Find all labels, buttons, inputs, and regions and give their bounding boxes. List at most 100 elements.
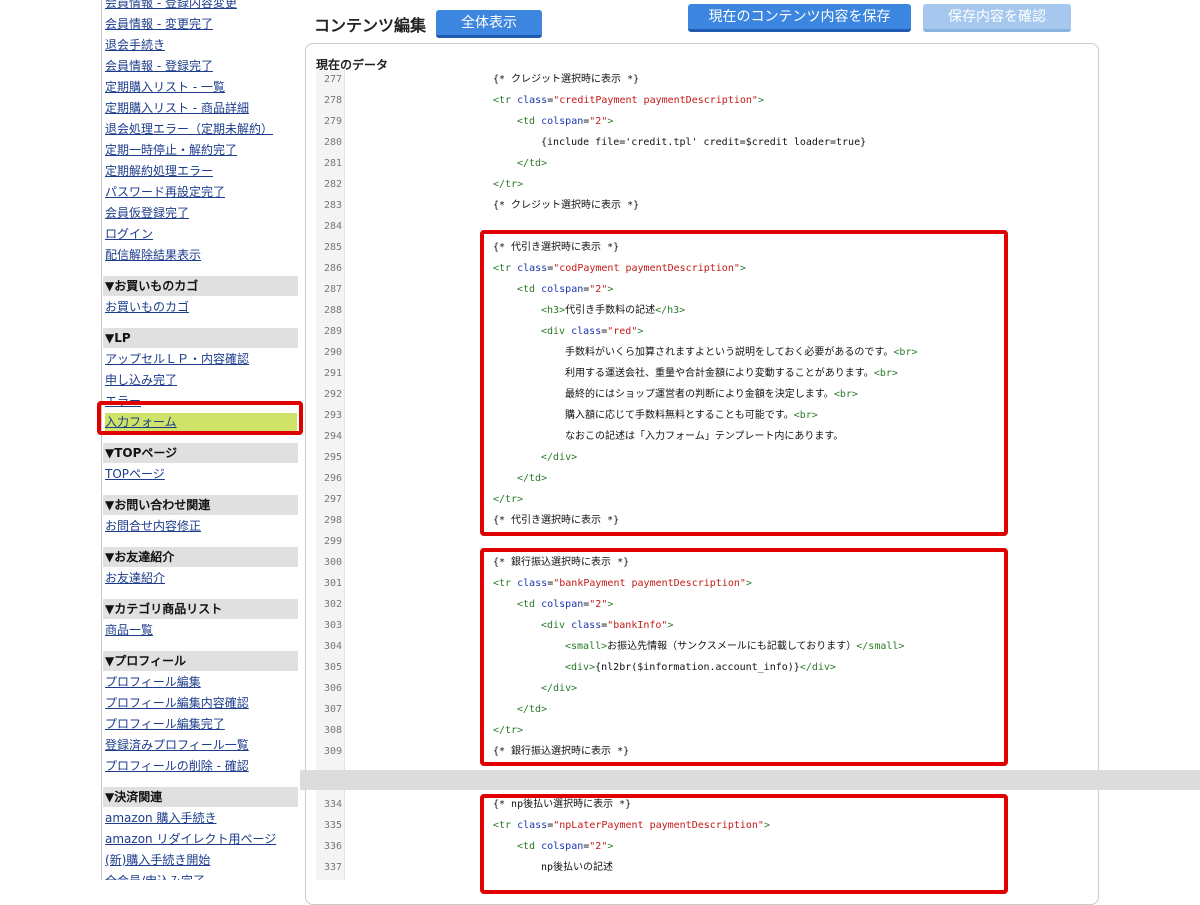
code-token: np後払いの記述 (541, 862, 614, 873)
code-token: class (571, 326, 602, 337)
code-token: <br> (893, 347, 918, 358)
sidebar-item[interactable]: 定期解約処理エラー (105, 164, 213, 179)
code-line: <td colspan="2"> (517, 836, 613, 857)
sidebar-item[interactable]: 退会処理エラー（定期未解約） (105, 122, 273, 137)
code-token: {* クレジット選択時に表示 *} (493, 200, 640, 211)
sidebar-item[interactable]: (新)購入手続き開始 (105, 853, 210, 868)
sidebar-section-heading: ▼プロフィール (103, 651, 298, 671)
code-line: </tr> (493, 174, 523, 195)
code-line: </tr> (493, 489, 523, 510)
sidebar-item[interactable]: 配信解除結果表示 (105, 248, 201, 263)
sidebar-item[interactable]: プロフィール編集完了 (105, 717, 225, 732)
code-line: なおこの記述は「入力フォーム」テンプレート内にあります。 (565, 426, 843, 447)
sidebar-item[interactable]: アップセルＬＰ・内容確認 (105, 352, 249, 367)
code-line: np後払いの記述 (541, 857, 613, 878)
code-token: "creditPayment paymentDescription" (553, 95, 758, 106)
code-token: 代引き手数料の記述 (565, 305, 656, 316)
save-content-button[interactable]: 現在のコンテンツ内容を保存 (688, 4, 911, 32)
code-token: > (607, 841, 614, 852)
sidebar-item[interactable]: お問合せ内容修正 (105, 519, 201, 534)
line-number: 291 (323, 368, 342, 379)
sidebar-item[interactable]: ログイン (105, 227, 153, 242)
code-line: </td> (517, 153, 547, 174)
code-line: <tr class="codPayment paymentDescription… (493, 258, 746, 279)
sidebar-item[interactable]: プロフィールの削除 - 確認 (105, 759, 249, 774)
line-number: 292 (323, 389, 342, 400)
confirm-saved-button[interactable]: 保存内容を確認 (923, 4, 1071, 32)
code-token: > (637, 326, 644, 337)
code-line: 利用する運送会社、重量や合計金額により変動することがあります。<br> (565, 363, 898, 384)
line-number: 308 (323, 725, 342, 736)
code-token: <h3> (541, 305, 566, 316)
sidebar-item[interactable]: 申し込み完了 (105, 373, 177, 388)
code-line: <small>お振込先情報（サンクスメールにも記載しております）</small> (565, 636, 904, 657)
sidebar-item[interactable]: お買いものカゴ (105, 300, 189, 315)
sidebar-item[interactable]: 会員仮登録完了 (105, 206, 189, 221)
line-number: 277 (323, 74, 342, 85)
code-token: "bankInfo" (607, 620, 668, 631)
code-token: <div> (565, 662, 596, 673)
code-token: class (517, 263, 548, 274)
sidebar-section-heading: ▼TOPページ (103, 443, 298, 463)
sidebar-item[interactable]: 全会員/申込み完了 (105, 874, 205, 880)
sidebar-item[interactable]: お友達紹介 (105, 571, 165, 586)
line-number: 301 (323, 578, 342, 589)
code-token: </tr> (493, 494, 524, 505)
code-token: "2" (589, 841, 608, 852)
code-token: <td (517, 116, 542, 127)
code-line: <td colspan="2"> (517, 594, 613, 615)
sidebar-item[interactable]: 会員情報 - 登録内容変更 (105, 0, 237, 11)
sidebar-item[interactable]: エラー (105, 394, 141, 409)
code-token: <br> (873, 368, 898, 379)
code-line: {* 代引き選択時に表示 *} (493, 237, 619, 258)
line-number: 334 (323, 799, 342, 810)
code-token: > (763, 820, 770, 831)
sidebar-item[interactable]: amazon 購入手続き (105, 811, 216, 826)
sidebar-item[interactable]: 定期一時停止・解約完了 (105, 143, 237, 158)
code-line: <div>{nl2br($information.account_info)}<… (565, 657, 836, 678)
code-line: <div class="bankInfo"> (541, 615, 674, 636)
line-number: 289 (323, 326, 342, 337)
folded-lines-bar[interactable] (300, 770, 1200, 790)
code-token: > (757, 95, 764, 106)
code-line: <div class="red"> (541, 321, 643, 342)
code-token: > (745, 578, 752, 589)
code-token: {* 代引き選択時に表示 *} (493, 242, 620, 253)
code-token: </td> (517, 473, 548, 484)
line-number: 306 (323, 683, 342, 694)
line-number: 290 (323, 347, 342, 358)
line-number: 336 (323, 841, 342, 852)
sidebar-item[interactable]: 商品一覧 (105, 623, 153, 638)
code-token: 利用する運送会社、重量や合計金額により変動することがあります。 (565, 368, 874, 379)
code-token: <td (517, 284, 542, 295)
sidebar-item[interactable]: 会員情報 - 登録完了 (105, 59, 213, 74)
code-token: "2" (589, 599, 608, 610)
sidebar-item[interactable]: 会員情報 - 変更完了 (105, 17, 213, 32)
sidebar-item-active[interactable]: 入力フォーム (105, 413, 297, 432)
line-number: 298 (323, 515, 342, 526)
sidebar-item[interactable]: TOPページ (105, 467, 165, 482)
line-number: 303 (323, 620, 342, 631)
code-token: <td (517, 599, 542, 610)
show-all-button[interactable]: 全体表示 (436, 10, 542, 38)
code-line: {include file='credit.tpl' credit=$credi… (541, 132, 866, 153)
line-number: 302 (323, 599, 342, 610)
sidebar-section-heading: ▼お問い合わせ関連 (103, 495, 298, 515)
code-token: {* クレジット選択時に表示 *} (493, 74, 640, 85)
code-token: <br> (833, 389, 858, 400)
line-number: 297 (323, 494, 342, 505)
sidebar-item[interactable]: パスワード再設定完了 (105, 185, 225, 200)
sidebar-item[interactable]: 定期購入リスト - 商品詳細 (105, 101, 249, 116)
code-token: {* np後払い選択時に表示 *} (493, 799, 632, 810)
sidebar-item[interactable]: 登録済みプロフィール一覧 (105, 738, 249, 753)
line-number: 281 (323, 158, 342, 169)
sidebar-item[interactable]: amazon リダイレクト用ページ (105, 832, 276, 847)
code-token: colspan (541, 841, 584, 852)
sidebar-item[interactable]: プロフィール編集内容確認 (105, 696, 249, 711)
sidebar-item[interactable]: 退会手続き (105, 38, 165, 53)
sidebar-item[interactable]: 定期購入リスト - 一覧 (105, 80, 225, 95)
line-number: 304 (323, 641, 342, 652)
code-line: {* 代引き選択時に表示 *} (493, 510, 619, 531)
code-token: > (667, 620, 674, 631)
sidebar-item[interactable]: プロフィール編集 (105, 675, 201, 690)
